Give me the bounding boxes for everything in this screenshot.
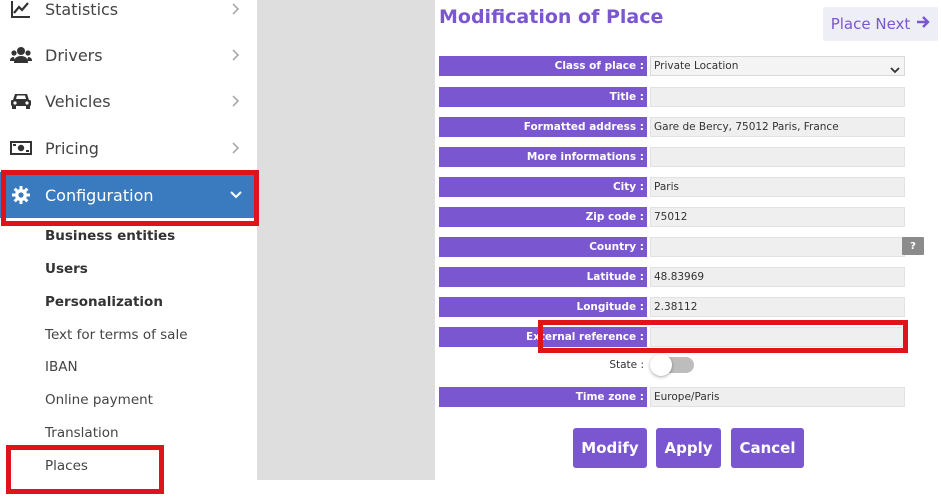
- money-bill-icon: [10, 137, 32, 159]
- longitude-input[interactable]: 2.38112: [650, 297, 905, 317]
- sidebar-item-label: Pricing: [45, 138, 99, 158]
- field-row-country: Country : ?: [439, 237, 924, 257]
- field-label: Formatted address :: [439, 117, 647, 137]
- field-row-state: State :: [439, 354, 909, 378]
- field-label: Latitude :: [439, 267, 647, 287]
- submenu-item-personalization[interactable]: Personalization: [45, 294, 163, 310]
- arrow-right-icon: [916, 15, 930, 33]
- place-next-button[interactable]: Place Next: [823, 7, 938, 41]
- page-title: Modification of Place: [439, 6, 664, 28]
- state-label: State :: [609, 359, 644, 371]
- field-row-longitude: Longitude : 2.38112: [439, 297, 909, 317]
- sidebar-item-label: Drivers: [45, 45, 103, 65]
- place-next-label: Place Next: [830, 15, 911, 33]
- field-label: Class of place :: [439, 56, 647, 76]
- sidebar-item-drivers[interactable]: Drivers: [0, 32, 257, 78]
- users-icon: [10, 44, 32, 66]
- country-input[interactable]: [650, 237, 905, 257]
- car-icon: [10, 90, 32, 112]
- field-label: More informations :: [439, 147, 647, 167]
- field-row-class-of-place: Class of place : Private Location: [439, 56, 909, 76]
- chevron-right-icon: [230, 3, 242, 15]
- field-label: Longitude :: [439, 297, 647, 317]
- field-label: Country :: [439, 237, 647, 257]
- field-label: Title :: [439, 87, 647, 107]
- city-input[interactable]: Paris: [650, 177, 905, 197]
- field-label: City :: [439, 177, 647, 197]
- sidebar-item-pricing[interactable]: Pricing: [0, 125, 257, 171]
- select-value: Private Location: [654, 60, 739, 72]
- chart-line-icon: [10, 0, 32, 20]
- class-of-place-select[interactable]: Private Location: [650, 56, 905, 76]
- field-row-title: Title :: [439, 87, 909, 107]
- more-informations-input[interactable]: [650, 147, 905, 167]
- title-input[interactable]: [650, 87, 905, 107]
- cancel-button[interactable]: Cancel: [731, 428, 804, 468]
- field-row-more-informations: More informations :: [439, 147, 909, 167]
- chevron-right-icon: [230, 49, 242, 61]
- field-row-latitude: Latitude : 48.83969: [439, 267, 909, 287]
- field-row-city: City : Paris: [439, 177, 909, 197]
- highlight-configuration: [1, 170, 259, 226]
- apply-button[interactable]: Apply: [656, 428, 721, 468]
- sidebar-item-statistics[interactable]: Statistics: [0, 0, 257, 32]
- sidebar-item-label: Statistics: [45, 0, 119, 19]
- field-label: Time zone :: [439, 387, 647, 407]
- submenu-item-terms-of-sale[interactable]: Text for terms of sale: [45, 327, 188, 343]
- toggle-knob: [650, 354, 672, 376]
- sidebar: Statistics Drivers Vehicles Pricing Conf…: [0, 0, 257, 497]
- chevron-down-icon: [890, 62, 900, 75]
- field-row-time-zone: Time zone : Europe/Paris: [439, 387, 909, 407]
- latitude-input[interactable]: 48.83969: [650, 267, 905, 287]
- time-zone-input[interactable]: Europe/Paris: [650, 387, 905, 407]
- content-gutter: [257, 0, 435, 480]
- field-row-formatted-address: Formatted address : Gare de Bercy, 75012…: [439, 117, 909, 137]
- sidebar-item-label: Vehicles: [45, 91, 111, 111]
- highlight-places: [6, 445, 164, 494]
- submenu-item-online-payment[interactable]: Online payment: [45, 392, 153, 408]
- place-form-panel: Modification of Place Place Next Class o…: [435, 0, 941, 497]
- chevron-right-icon: [230, 95, 242, 107]
- zip-code-input[interactable]: 75012: [650, 207, 905, 227]
- state-toggle[interactable]: [650, 354, 694, 376]
- submenu-item-iban[interactable]: IBAN: [45, 359, 78, 375]
- submenu-item-translation[interactable]: Translation: [45, 425, 119, 441]
- submenu-item-business-entities[interactable]: Business entities: [45, 228, 175, 244]
- submenu-item-users[interactable]: Users: [45, 261, 88, 277]
- country-help-button[interactable]: ?: [902, 237, 924, 255]
- field-label: Zip code :: [439, 207, 647, 227]
- page: Statistics Drivers Vehicles Pricing Conf…: [0, 0, 941, 497]
- highlight-external-reference: [538, 320, 908, 353]
- formatted-address-input[interactable]: Gare de Bercy, 75012 Paris, France: [650, 117, 905, 137]
- modify-button[interactable]: Modify: [573, 428, 647, 468]
- chevron-right-icon: [230, 142, 242, 154]
- field-row-zip-code: Zip code : 75012: [439, 207, 909, 227]
- sidebar-item-vehicles[interactable]: Vehicles: [0, 78, 257, 124]
